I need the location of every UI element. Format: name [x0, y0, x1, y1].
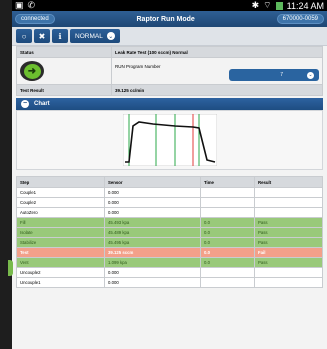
status-label: Status: [16, 46, 112, 58]
cell-sensor: 0.000: [104, 197, 201, 208]
main-content: Status Leak Rate Test (100 sccm) Normal …: [16, 46, 323, 349]
cell-sensor: 45.489 kpa: [104, 227, 201, 238]
cell-step: Uncouple2: [16, 267, 105, 278]
table-row: Fill 45.493 kpa 0.0 Pass: [16, 217, 323, 228]
arrow-right-icon: ➜: [23, 63, 41, 79]
table-row: Isolate 45.489 kpa 0.0 Pass: [16, 227, 323, 238]
chart-panel-title: Chart: [34, 101, 50, 107]
cell-result: Pass: [254, 217, 323, 228]
cell-time: [200, 197, 255, 208]
status-table: Status Leak Rate Test (100 sccm) Normal …: [16, 46, 323, 96]
chevron-down-icon: ⌄: [106, 32, 115, 40]
cell-result: Pass: [254, 257, 323, 268]
circle-icon: ○: [21, 31, 27, 41]
cell-result: [254, 207, 323, 218]
table-row: Vent 1.099 kpa 0.0 Pass: [16, 257, 323, 268]
cell-sensor: 39.125 sccm: [104, 247, 201, 258]
cell-step: AutoZero: [16, 207, 105, 218]
table-row: Couple1 0.000: [16, 187, 323, 198]
chart-area: [16, 110, 323, 170]
cell-result: [254, 197, 323, 208]
cell-step: Couple1: [16, 187, 105, 198]
table-row: Stabilize 45.495 kpa 0.0 Pass: [16, 237, 323, 248]
cell-sensor: 0.000: [104, 267, 201, 278]
mode-label: NORMAL: [75, 32, 103, 40]
cell-result: [254, 187, 323, 198]
table-row: Test 39.125 sccm 0.0 Fail: [16, 247, 323, 258]
test-result-label: Test Result: [16, 84, 112, 96]
cell-sensor: 0.000: [104, 187, 201, 198]
cell-result: [254, 267, 323, 278]
column-header-time: Time: [200, 176, 255, 188]
bluetooth-icon: ✱: [251, 0, 260, 10]
run-button[interactable]: ○: [16, 29, 32, 43]
cell-step: Vent: [16, 257, 105, 268]
cell-time: [200, 187, 255, 198]
mode-dropdown[interactable]: NORMAL ⌄: [70, 29, 120, 43]
cell-sensor: 0.000: [104, 277, 201, 288]
run-program-value: 7: [280, 72, 283, 78]
table-row: Uncouple2 0.000: [16, 267, 323, 278]
cell-step: Uncouple1: [16, 277, 105, 288]
status-value: Leak Rate Test (100 sccm) Normal: [111, 46, 323, 58]
cell-result: [254, 277, 323, 288]
run-program-label: RUN Program Number: [115, 64, 161, 69]
device-id-button[interactable]: 670000-0059: [276, 14, 324, 24]
cell-time: [200, 277, 255, 288]
cell-result: Pass: [254, 227, 323, 238]
pressure-curve-chart: [122, 114, 217, 166]
cell-step: Test: [16, 247, 105, 258]
column-header-sensor: Sensor: [104, 176, 201, 188]
column-header-step: Step: [16, 176, 105, 188]
table-row: AutoZero 0.000: [16, 207, 323, 218]
cell-time: 0.0: [200, 237, 255, 248]
chart-panel-header[interactable]: − Chart: [16, 98, 323, 110]
side-drawer-handle[interactable]: [8, 260, 13, 276]
toolbar: ○ ✖ ℹ NORMAL ⌄: [12, 27, 327, 46]
table-row: Couple2 0.000: [16, 197, 323, 208]
cell-result: Fail: [254, 247, 323, 258]
signal-icon: ✆: [27, 0, 36, 10]
cell-result: Pass: [254, 237, 323, 248]
app-icon: ▣: [15, 0, 24, 10]
cell-step: Couple2: [16, 197, 105, 208]
results-table: Step Sensor Time Result Couple1 0.000 Coup…: [16, 176, 323, 288]
cell-sensor: 45.493 kpa: [104, 217, 201, 228]
connection-status-button[interactable]: connected: [15, 14, 55, 24]
results-body: Couple1 0.000 Couple2 0.000 AutoZero 0.000 Fil…: [16, 187, 323, 288]
cell-time: [200, 267, 255, 278]
stop-button[interactable]: ✖: [34, 29, 50, 43]
test-result-value: 39.125 cc/min: [111, 84, 323, 96]
cell-sensor: 1.099 kpa: [104, 257, 201, 268]
wifi-icon: ⌔: [263, 0, 272, 10]
cell-time: [200, 207, 255, 218]
chevron-down-icon: ⌄: [307, 71, 314, 79]
battery-icon: [275, 1, 283, 10]
info-button[interactable]: ℹ: [52, 29, 68, 43]
cell-time: 0.0: [200, 257, 255, 268]
chart-plot-area: [122, 114, 217, 166]
close-icon: ✖: [38, 31, 46, 41]
cell-sensor: 45.495 kpa: [104, 237, 201, 248]
start-test-button[interactable]: ➜: [20, 61, 44, 81]
cell-step: Stabilize: [16, 237, 105, 248]
run-program-dropdown[interactable]: 7 ⌄: [229, 69, 319, 81]
cell-sensor: 0.000: [104, 207, 201, 218]
info-icon: ℹ: [58, 31, 62, 41]
cell-step: Isolate: [16, 227, 105, 238]
cell-time: 0.0: [200, 247, 255, 258]
system-status-bar: ▣ ✆ ✱ ⌔ 11:24 AM: [12, 0, 327, 11]
cell-time: 0.0: [200, 217, 255, 228]
collapse-icon[interactable]: −: [21, 100, 29, 108]
app-title: Raptor Run Mode: [136, 15, 195, 23]
app-header: connected Raptor Run Mode 670000-0059: [12, 11, 327, 27]
clock: 11:24 AM: [286, 0, 324, 11]
table-row: Uncouple1 0.000: [16, 277, 323, 288]
cell-step: Fill: [16, 217, 105, 228]
app-screen: ▣ ✆ ✱ ⌔ 11:24 AM connected Raptor Run Mo…: [12, 0, 327, 349]
cell-time: 0.0: [200, 227, 255, 238]
column-header-result: Result: [254, 176, 323, 188]
tablet-frame: ▣ ✆ ✱ ⌔ 11:24 AM connected Raptor Run Mo…: [0, 0, 327, 349]
